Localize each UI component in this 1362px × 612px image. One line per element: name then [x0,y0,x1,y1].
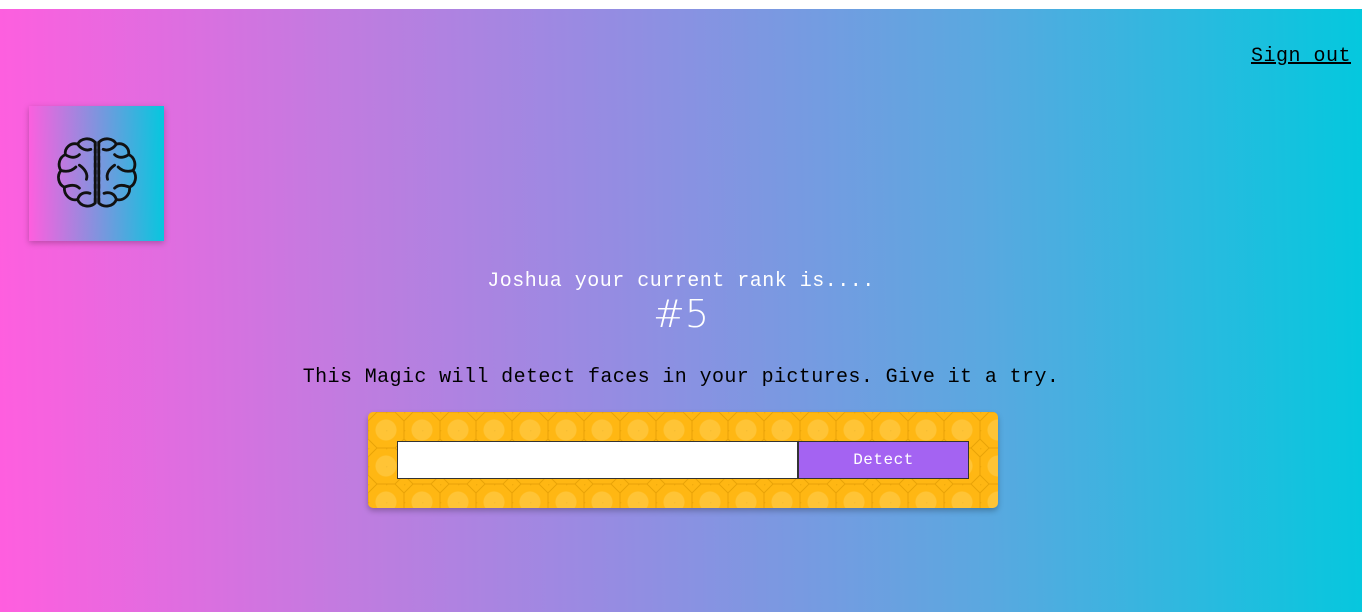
page-background: Sign out Joshua your current rank is....… [0,9,1362,612]
image-url-input[interactable] [397,441,798,479]
detect-button[interactable]: Detect [798,441,969,479]
brain-icon [56,137,137,208]
rank-message: Joshua your current rank is.... [487,270,875,293]
sign-out-link[interactable]: Sign out [1251,45,1351,68]
image-form-panel: Detect [368,412,998,508]
logo [29,106,164,241]
tagline: This Magic will detect faces in your pic… [302,366,1060,389]
rank-value: #5 [652,292,710,336]
